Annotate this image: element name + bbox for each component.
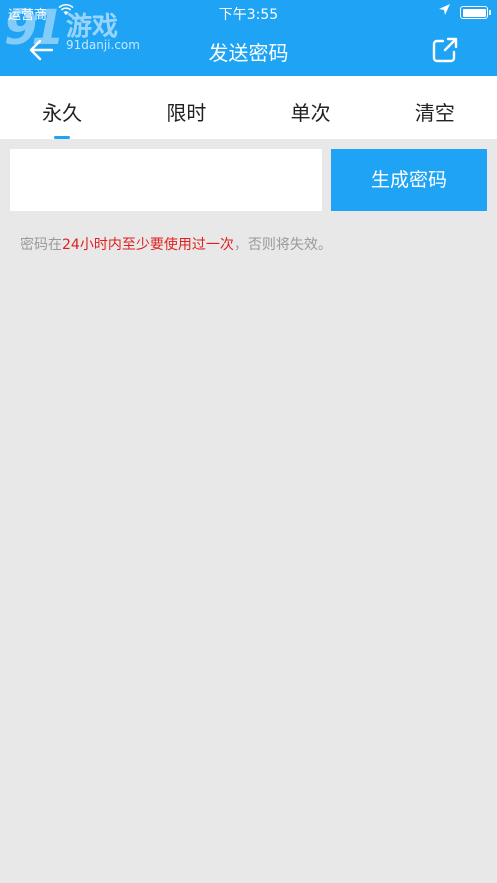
tab-label: 清空 [414, 101, 455, 125]
battery-icon [460, 6, 491, 19]
tab-permanent[interactable]: 永久 [0, 76, 124, 139]
status-time: 下午3:55 [218, 7, 279, 23]
password-hint: 密码在24小时内至少要使用过一次，否则将失效。 [20, 234, 332, 254]
page-title: 发送密码 [208, 41, 289, 65]
active-tab-indicator [54, 136, 71, 139]
share-button[interactable] [430, 35, 460, 65]
tab-label: 永久 [42, 101, 83, 125]
tab-single-use[interactable]: 单次 [249, 76, 373, 139]
tab-label: 限时 [166, 101, 207, 125]
tab-time-limited[interactable]: 限时 [124, 76, 248, 139]
hint-suffix: ，否则将失效。 [233, 237, 332, 253]
location-arrow-icon [438, 3, 451, 20]
top-bar: 运营商 下午3:55 发送密码 91 游戏 91danji.com [0, 0, 497, 76]
share-external-icon [432, 37, 458, 63]
generate-password-button[interactable]: 生成密码 [331, 149, 487, 211]
hint-prefix: 密码在 [20, 237, 62, 253]
hint-highlight: 24小时内至少要使用过一次 [62, 237, 234, 253]
tab-label: 单次 [290, 101, 331, 125]
password-field[interactable] [10, 149, 322, 211]
tab-clear[interactable]: 清空 [373, 76, 497, 139]
tab-bar: 永久 限时 单次 清空 [0, 76, 497, 139]
